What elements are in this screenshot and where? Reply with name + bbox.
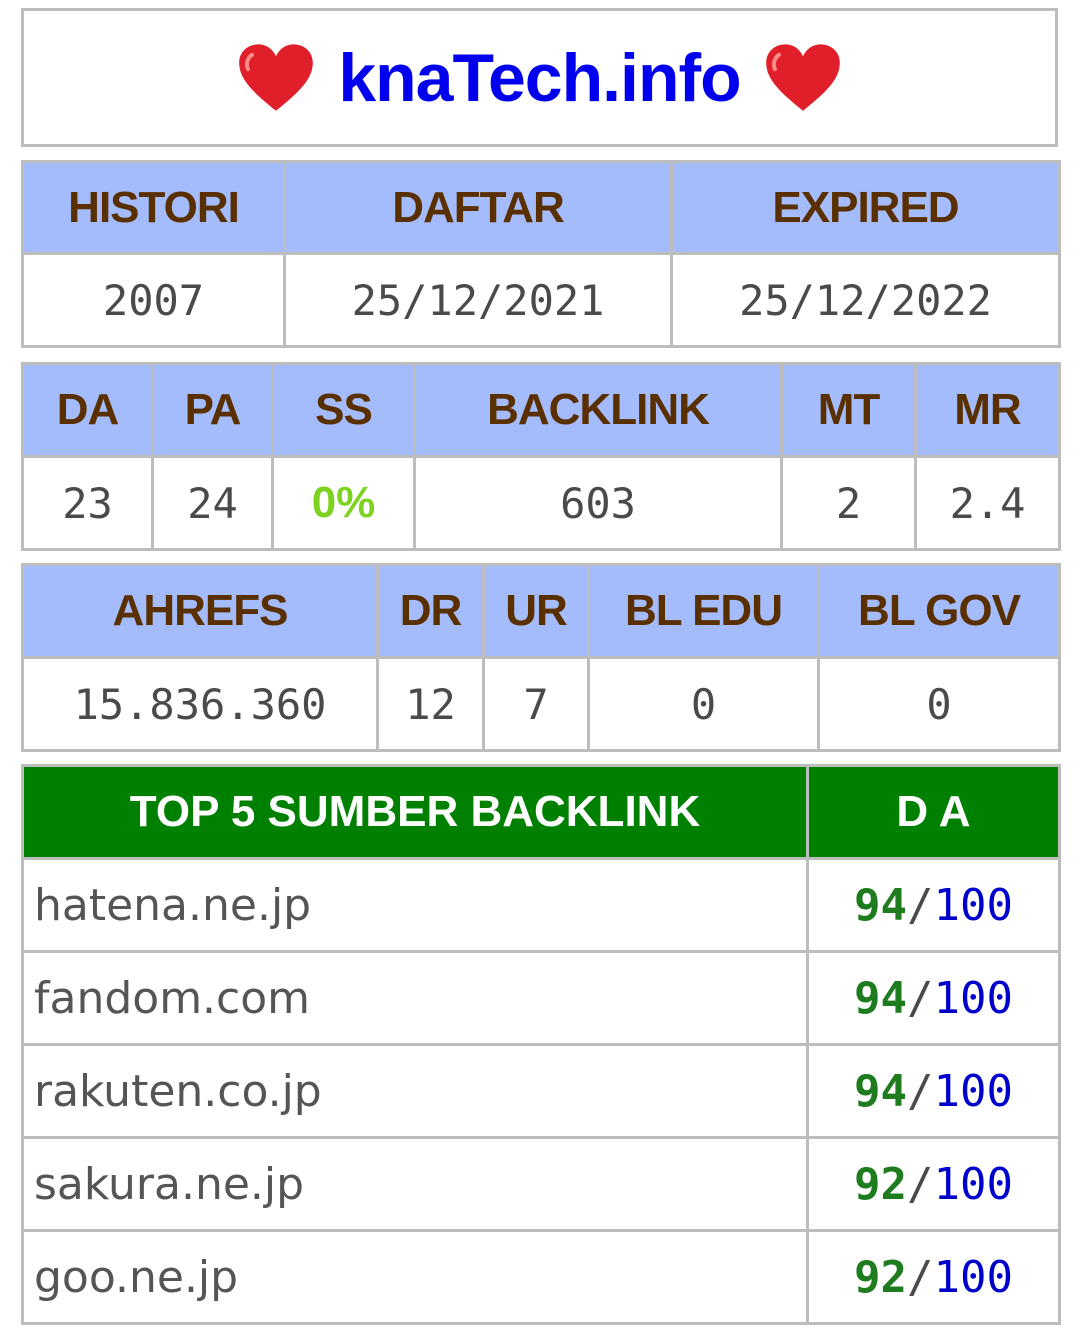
header-backlink: BACKLINK: [413, 362, 783, 458]
header-histori: HISTORI: [21, 160, 286, 255]
value-ahrefs: 15.836.360: [21, 656, 379, 752]
value-ss: 0%: [271, 455, 416, 551]
heart-icon: [239, 43, 314, 111]
value-dr: 12: [376, 656, 485, 752]
backlink-source[interactable]: hatena.ne.jp: [21, 857, 809, 953]
da-score: 92: [854, 1251, 907, 1303]
table-row: fandom.com 94/100: [21, 950, 1061, 1046]
header-bl-gov: BL GOV: [817, 563, 1061, 659]
da-max: 100: [933, 1251, 1013, 1303]
header-bl-edu: BL EDU: [587, 563, 820, 659]
backlink-da: 94/100: [806, 857, 1061, 953]
da-separator: /: [907, 1065, 934, 1117]
header-dr: DR: [376, 563, 485, 659]
header-mt: MT: [780, 362, 917, 458]
site-title[interactable]: knaTech.info: [338, 39, 741, 117]
da-score: 92: [854, 1158, 907, 1210]
header-da-score: D A: [806, 764, 1061, 860]
table-row: goo.ne.jp 92/100: [21, 1229, 1061, 1325]
value-histori: 2007: [21, 252, 286, 348]
backlink-source[interactable]: goo.ne.jp: [21, 1229, 809, 1325]
da-score: 94: [854, 972, 907, 1024]
header-expired: EXPIRED: [670, 160, 1061, 255]
header-daftar: DAFTAR: [283, 160, 673, 255]
value-ur: 7: [482, 656, 590, 752]
table-row: sakura.ne.jp 92/100: [21, 1136, 1061, 1232]
value-expired: 25/12/2022: [670, 252, 1061, 348]
da-max: 100: [933, 972, 1013, 1024]
backlink-da: 92/100: [806, 1136, 1061, 1232]
heart-icon: [765, 43, 840, 111]
da-separator: /: [907, 972, 934, 1024]
value-mt: 2: [780, 455, 917, 551]
top-backlinks-table: TOP 5 SUMBER BACKLINK D A hatena.ne.jp 9…: [21, 764, 1061, 1325]
value-bl-edu: 0: [587, 656, 820, 752]
da-separator: /: [907, 1251, 934, 1303]
da-separator: /: [907, 879, 934, 931]
backlink-source[interactable]: sakura.ne.jp: [21, 1136, 809, 1232]
header-ahrefs: AHREFS: [21, 563, 379, 659]
registration-table: HISTORI DAFTAR EXPIRED 2007 25/12/2021 2…: [21, 160, 1061, 348]
value-pa: 24: [151, 455, 274, 551]
da-max: 100: [933, 1158, 1013, 1210]
seo-report: knaTech.info HISTORI DAFTAR EXPIRED 2007…: [0, 0, 1080, 1334]
da-score: 94: [854, 879, 907, 931]
site-title-box: knaTech.info: [21, 8, 1058, 147]
da-max: 100: [933, 1065, 1013, 1117]
value-backlink: 603: [413, 455, 783, 551]
value-da: 23: [21, 455, 154, 551]
value-bl-gov: 0: [817, 656, 1061, 752]
da-max: 100: [933, 879, 1013, 931]
header-pa: PA: [151, 362, 274, 458]
backlink-da: 94/100: [806, 950, 1061, 1046]
moz-metrics-table: DA PA SS BACKLINK MT MR 23 24 0% 603 2 2…: [21, 362, 1061, 551]
header-ss: SS: [271, 362, 416, 458]
backlink-da: 92/100: [806, 1229, 1061, 1325]
backlink-source[interactable]: fandom.com: [21, 950, 809, 1046]
da-score: 94: [854, 1065, 907, 1117]
header-ur: UR: [482, 563, 590, 659]
header-mr: MR: [914, 362, 1061, 458]
header-top-sources: TOP 5 SUMBER BACKLINK: [21, 764, 809, 860]
value-mr: 2.4: [914, 455, 1061, 551]
header-da: DA: [21, 362, 154, 458]
backlink-da: 94/100: [806, 1043, 1061, 1139]
da-separator: /: [907, 1158, 934, 1210]
value-daftar: 25/12/2021: [283, 252, 673, 348]
backlink-source[interactable]: rakuten.co.jp: [21, 1043, 809, 1139]
ahrefs-metrics-table: AHREFS DR UR BL EDU BL GOV 15.836.360 12…: [21, 563, 1061, 752]
table-row: hatena.ne.jp 94/100: [21, 857, 1061, 953]
table-row: rakuten.co.jp 94/100: [21, 1043, 1061, 1139]
